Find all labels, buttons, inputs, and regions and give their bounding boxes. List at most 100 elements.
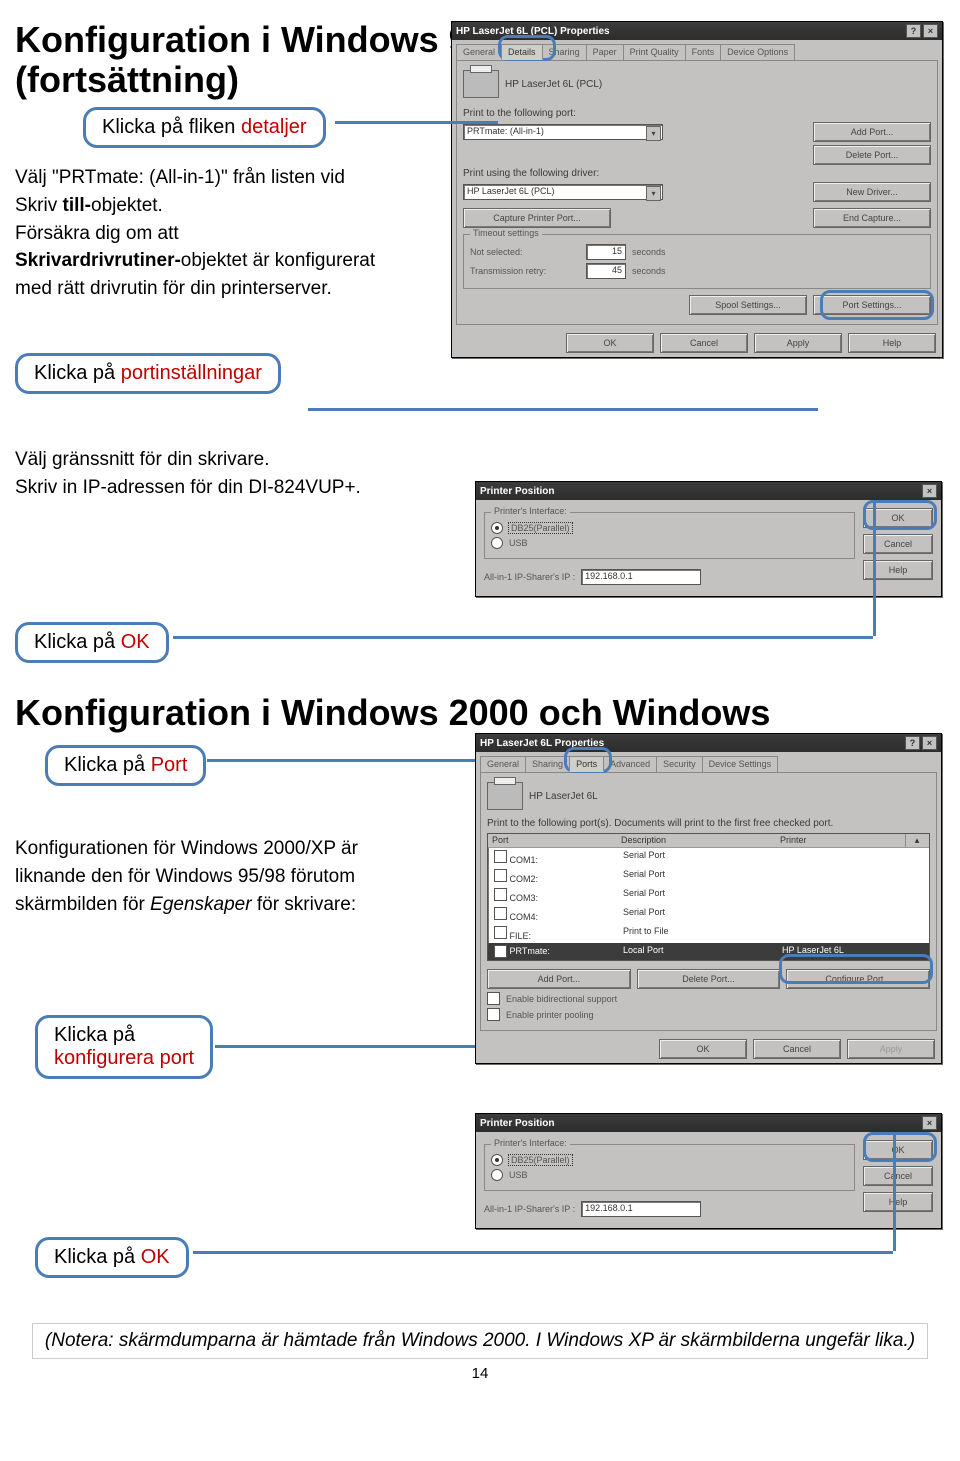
label-interface: Printer's Interface: bbox=[491, 506, 570, 516]
text-bold: till- bbox=[63, 195, 92, 216]
callout-text: Klicka på fliken bbox=[102, 116, 241, 138]
titlebar: Printer Position × bbox=[476, 482, 941, 500]
row-checkbox[interactable]: ✓ bbox=[494, 945, 507, 958]
port-row[interactable]: COM1:Serial Port bbox=[488, 848, 929, 867]
help-icon[interactable]: ? bbox=[906, 24, 921, 38]
tab-sharing[interactable]: Sharing bbox=[525, 756, 570, 772]
radio-db25[interactable] bbox=[491, 522, 503, 534]
close-icon[interactable]: × bbox=[922, 484, 937, 498]
tab-general[interactable]: General bbox=[480, 756, 526, 772]
port-row[interactable]: COM2:Serial Port bbox=[488, 867, 929, 886]
ports-list[interactable]: Port Description Printer ▴ COM1:Serial P… bbox=[487, 833, 930, 961]
ok-button[interactable]: OK bbox=[863, 1140, 933, 1160]
tab-sharing[interactable]: Sharing bbox=[542, 44, 587, 60]
callout-highlight: konfigurera port bbox=[54, 1047, 194, 1069]
text: skärmbilden för bbox=[15, 894, 150, 915]
row-checkbox[interactable] bbox=[494, 850, 507, 863]
window-title: HP LaserJet 6L Properties bbox=[480, 738, 903, 749]
tab-advanced[interactable]: Advanced bbox=[603, 756, 657, 772]
label-intro: Print to the following port(s). Document… bbox=[487, 818, 930, 829]
add-port-button[interactable]: Add Port... bbox=[813, 122, 931, 142]
capture-port-button[interactable]: Capture Printer Port... bbox=[463, 208, 611, 228]
tab-strip: General Details Sharing Paper Print Qual… bbox=[452, 40, 942, 60]
help-button[interactable]: Help bbox=[863, 1192, 933, 1212]
combo-driver[interactable]: HP LaserJet 6L (PCL) bbox=[463, 184, 663, 200]
apply-button[interactable]: Apply bbox=[847, 1039, 935, 1059]
col-header-printer: Printer bbox=[776, 834, 905, 847]
radio-usb[interactable] bbox=[491, 537, 503, 549]
tab-ports[interactable]: Ports bbox=[569, 756, 604, 772]
port-settings-button[interactable]: Port Settings... bbox=[813, 295, 931, 315]
text-bold: Skrivardrivrutiner- bbox=[15, 250, 181, 271]
port-row[interactable]: ✓ PRTmate:Local PortHP LaserJet 6L bbox=[488, 943, 929, 960]
input-trans-retry[interactable]: 45 bbox=[586, 263, 626, 279]
tab-print-quality[interactable]: Print Quality bbox=[623, 44, 686, 60]
window-title: HP LaserJet 6L (PCL) Properties bbox=[456, 26, 904, 37]
tab-details[interactable]: Details bbox=[501, 44, 543, 60]
titlebar: Printer Position × bbox=[476, 1114, 941, 1132]
tab-security[interactable]: Security bbox=[656, 756, 703, 772]
tab-device-settings[interactable]: Device Settings bbox=[702, 756, 779, 772]
callout-highlight: detaljer bbox=[241, 116, 307, 138]
tab-fonts[interactable]: Fonts bbox=[685, 44, 722, 60]
port-row[interactable]: COM4:Serial Port bbox=[488, 905, 929, 924]
label-driver: Print using the following driver: bbox=[463, 168, 931, 179]
label-seconds: seconds bbox=[632, 247, 666, 257]
combo-port[interactable]: PRTmate: (All-in-1) bbox=[463, 124, 663, 140]
tab-general[interactable]: General bbox=[456, 44, 502, 60]
callout-port: Klicka på Port bbox=[45, 745, 206, 786]
radio-label-db25: DB25(Parallel) bbox=[509, 1155, 572, 1165]
label-ip: All-in-1 IP-Sharer's IP : bbox=[484, 1204, 575, 1214]
cancel-button[interactable]: Cancel bbox=[863, 1166, 933, 1186]
close-icon[interactable]: × bbox=[923, 24, 938, 38]
radio-db25[interactable] bbox=[491, 1154, 503, 1166]
timeout-groupbox: Timeout settings Not selected: 15 second… bbox=[463, 234, 931, 289]
text-italic: Egenskaper bbox=[150, 894, 251, 915]
help-icon[interactable]: ? bbox=[905, 736, 920, 750]
delete-port-button[interactable]: Delete Port... bbox=[637, 969, 781, 989]
callout-detaljer: Klicka på fliken detaljer bbox=[83, 107, 326, 148]
spool-settings-button[interactable]: Spool Settings... bbox=[689, 295, 807, 315]
checkbox-pool[interactable] bbox=[487, 1008, 500, 1021]
apply-button[interactable]: Apply bbox=[754, 333, 842, 353]
row-checkbox[interactable] bbox=[494, 907, 507, 920]
titlebar: HP LaserJet 6L (PCL) Properties ? × bbox=[452, 22, 942, 40]
new-driver-button[interactable]: New Driver... bbox=[813, 182, 931, 202]
checkbox-bidir[interactable] bbox=[487, 992, 500, 1005]
text: objektet är konfigurerat bbox=[181, 250, 375, 271]
port-row[interactable]: COM3:Serial Port bbox=[488, 886, 929, 905]
label-seconds: seconds bbox=[632, 266, 666, 276]
label-port: Print to the following port: bbox=[463, 108, 931, 119]
ok-button[interactable]: OK bbox=[566, 333, 654, 353]
ok-button[interactable]: OK bbox=[659, 1039, 747, 1059]
dialog-hp-properties-ports: HP LaserJet 6L Properties ? × General Sh… bbox=[475, 733, 942, 1064]
row-checkbox[interactable] bbox=[494, 888, 507, 901]
paragraph-line: Välj gränssnitt för din skrivare. bbox=[15, 448, 425, 472]
paragraph-line: Försäkra dig om att bbox=[15, 222, 425, 246]
row-checkbox[interactable] bbox=[494, 869, 507, 882]
paragraph-line: Skriv in IP-adressen för din DI-824VUP+. bbox=[15, 476, 425, 500]
port-row[interactable]: FILE:Print to File bbox=[488, 924, 929, 943]
add-port-button[interactable]: Add Port... bbox=[487, 969, 631, 989]
help-button[interactable]: Help bbox=[848, 333, 936, 353]
delete-port-button[interactable]: Delete Port... bbox=[813, 145, 931, 165]
input-ip[interactable]: 192.168.0.1 bbox=[581, 569, 701, 585]
tab-paper[interactable]: Paper bbox=[586, 44, 624, 60]
tab-device-options[interactable]: Device Options bbox=[720, 44, 795, 60]
row-checkbox[interactable] bbox=[494, 926, 507, 939]
end-capture-button[interactable]: End Capture... bbox=[813, 208, 931, 228]
paragraph-line: Skriv till-objektet. bbox=[15, 194, 425, 218]
window-title: Printer Position bbox=[480, 486, 920, 497]
dialog-printer-position: Printer Position × Printer's Interface: … bbox=[475, 481, 942, 597]
callout-highlight: Port bbox=[151, 754, 188, 776]
configure-port-button[interactable]: Configure Port... bbox=[786, 969, 930, 989]
cancel-button[interactable]: Cancel bbox=[660, 333, 748, 353]
radio-usb[interactable] bbox=[491, 1169, 503, 1181]
input-ip[interactable]: 192.168.0.1 bbox=[581, 1201, 701, 1217]
cancel-button[interactable]: Cancel bbox=[753, 1039, 841, 1059]
close-icon[interactable]: × bbox=[922, 736, 937, 750]
input-not-selected[interactable]: 15 bbox=[586, 244, 626, 260]
close-icon[interactable]: × bbox=[922, 1116, 937, 1130]
callout-text: Klicka på bbox=[54, 1246, 141, 1268]
page-number: 14 bbox=[15, 1365, 945, 1382]
